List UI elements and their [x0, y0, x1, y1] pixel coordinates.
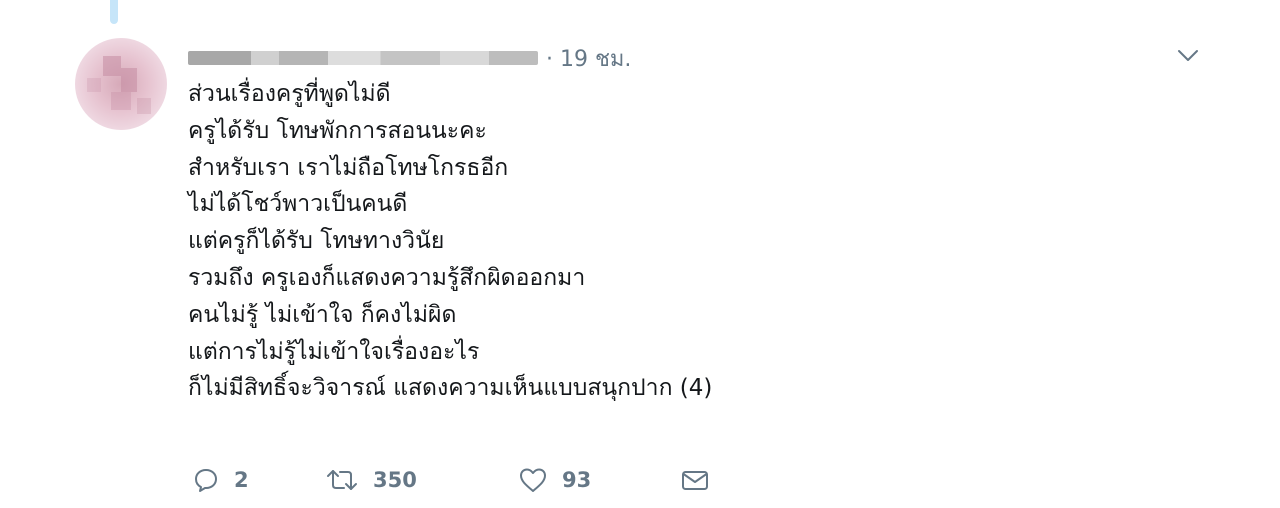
- thread-connector-line: [110, 0, 118, 24]
- like-button[interactable]: 93: [518, 462, 591, 498]
- like-count: 93: [562, 468, 592, 492]
- tweet-header: · 19 ชม.: [188, 38, 631, 78]
- reply-count: 2: [234, 468, 249, 492]
- tweet-line: คนไม่รู้ ไม่เข้าใจ ก็คงไม่ผิด: [188, 301, 457, 328]
- avatar[interactable]: [75, 38, 167, 130]
- reply-button[interactable]: 2: [192, 462, 249, 498]
- tweet-line: แต่การไม่รู้ไม่เข้าใจเรื่องอะไร: [188, 338, 480, 365]
- tweet-line: แต่ครูก็ได้รับ โทษทางวินัย: [188, 228, 445, 255]
- tweet-text: ส่วนเรื่องครูที่พูดไม่ดี ครูได้รับ โทษพั…: [188, 76, 712, 407]
- heart-icon: [518, 466, 548, 494]
- tweet-line: รวมถึง ครูเองก็แสดงความรู้สึกผิดออกมา: [188, 264, 586, 291]
- retweet-icon: [325, 466, 359, 494]
- tweet-line: ครูได้รับ โทษพักการสอนนะคะ: [188, 117, 487, 144]
- retweet-button[interactable]: 350: [325, 462, 417, 498]
- tweet-timestamp[interactable]: · 19 ชม.: [546, 41, 631, 76]
- tweet-line: ก็ไม่มีสิทธิ์จะวิจารณ์ แสดงความเห็นแบบสน…: [188, 375, 713, 402]
- tweet-line: ส่วนเรื่องครูที่พูดไม่ดี: [188, 81, 391, 107]
- tweet-line: ไม่ได้โชว์พาวเป็นคนดี: [188, 191, 408, 218]
- reply-icon: [192, 466, 220, 494]
- envelope-icon: [680, 466, 710, 494]
- retweet-count: 350: [373, 468, 417, 492]
- blurred-username[interactable]: [188, 51, 538, 65]
- tweet[interactable]: · 19 ชม. ส่วนเรื่องครูที่พูดไม่ดี ครูได้…: [0, 0, 1280, 508]
- chevron-down-icon[interactable]: [1175, 42, 1201, 68]
- direct-message-button[interactable]: [680, 462, 710, 498]
- tweet-line: สำหรับเรา เราไม่ถือโทษโกรธอีก: [188, 154, 509, 181]
